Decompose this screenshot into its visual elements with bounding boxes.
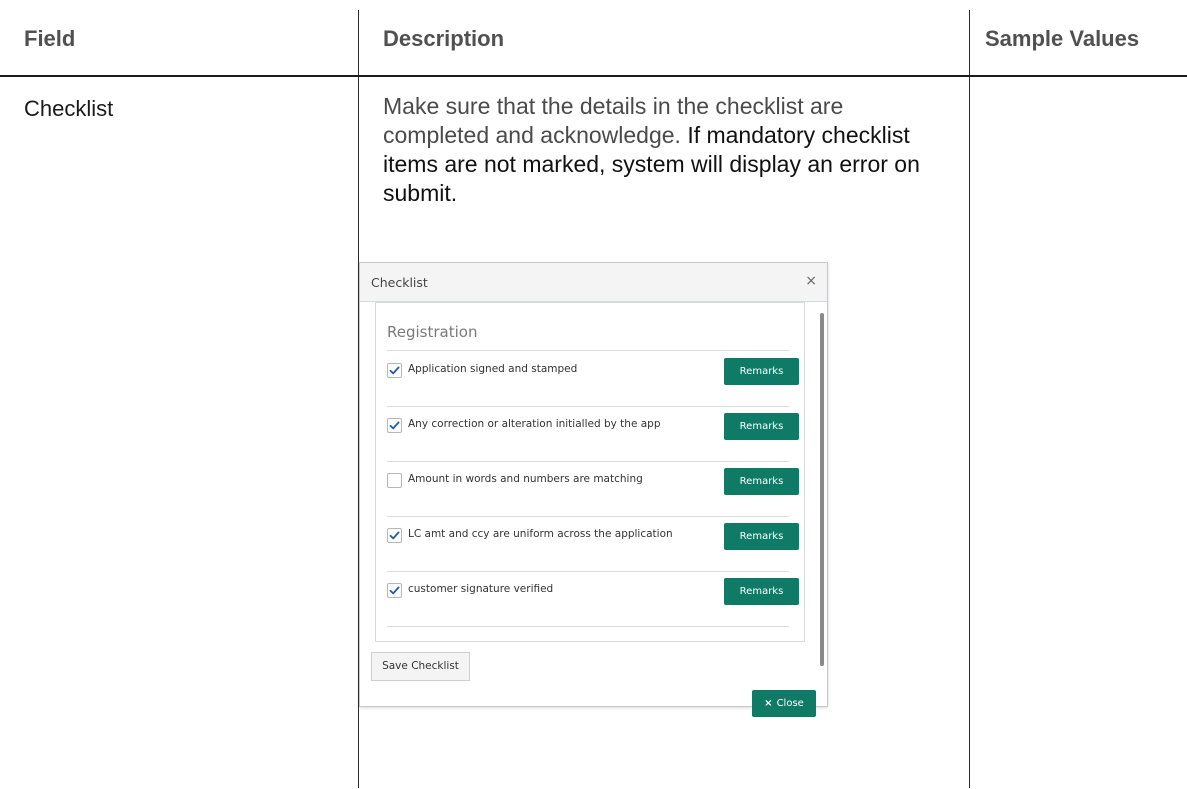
close-icon: × — [764, 698, 773, 709]
checklist-item-label: Amount in words and numbers are matching — [408, 473, 643, 485]
checkmark-icon — [389, 531, 400, 540]
header-divider — [0, 75, 1187, 77]
checklist-item: customer signature verified Remarks — [387, 571, 799, 627]
remarks-button[interactable]: Remarks — [724, 413, 799, 440]
close-button-label: Close — [776, 698, 804, 709]
checklist-item-label: Any correction or alteration initialled … — [408, 418, 661, 430]
column-divider — [969, 10, 970, 788]
checklist-item: LC amt and ccy are uniform across the ap… — [387, 516, 799, 572]
checklist-item-label: LC amt and ccy are uniform across the ap… — [408, 528, 673, 540]
checkbox[interactable] — [387, 418, 402, 433]
field-name: Checklist — [24, 96, 114, 121]
section-title: Registration — [387, 323, 478, 341]
checkmark-icon — [389, 366, 400, 375]
checkbox[interactable] — [387, 363, 402, 378]
checklist-panel: Registration Application signed and stam… — [375, 302, 805, 642]
checkmark-icon — [389, 421, 400, 430]
remarks-button[interactable]: Remarks — [724, 468, 799, 495]
column-header-field: Field — [24, 26, 76, 51]
checkbox[interactable] — [387, 473, 402, 488]
checklist-item: Application signed and stamped Remarks — [387, 351, 799, 407]
scrollbar[interactable] — [820, 313, 824, 666]
save-checklist-button[interactable]: Save Checklist — [371, 652, 470, 681]
checkbox[interactable] — [387, 528, 402, 543]
checklist-dialog: Checklist × Registration Application sig… — [359, 262, 828, 717]
checklist-item-label: Application signed and stamped — [408, 363, 578, 375]
column-header-description: Description — [383, 26, 505, 51]
dialog-header: Checklist × — [360, 263, 827, 302]
remarks-button[interactable]: Remarks — [724, 578, 799, 605]
dialog-title: Checklist — [371, 275, 428, 290]
close-button[interactable]: × Close — [752, 690, 816, 717]
checkmark-icon — [389, 586, 400, 595]
remarks-button[interactable]: Remarks — [724, 523, 799, 550]
remarks-button[interactable]: Remarks — [724, 358, 799, 385]
checkbox[interactable] — [387, 583, 402, 598]
checklist-item: Amount in words and numbers are matching… — [387, 461, 799, 517]
close-icon[interactable]: × — [805, 273, 817, 289]
checklist-item: Any correction or alteration initialled … — [387, 406, 799, 462]
column-header-sample-values: Sample Values — [985, 26, 1140, 51]
field-description: Make sure that the details in the checkl… — [383, 92, 943, 208]
checklist-item-label: customer signature verified — [408, 583, 554, 595]
